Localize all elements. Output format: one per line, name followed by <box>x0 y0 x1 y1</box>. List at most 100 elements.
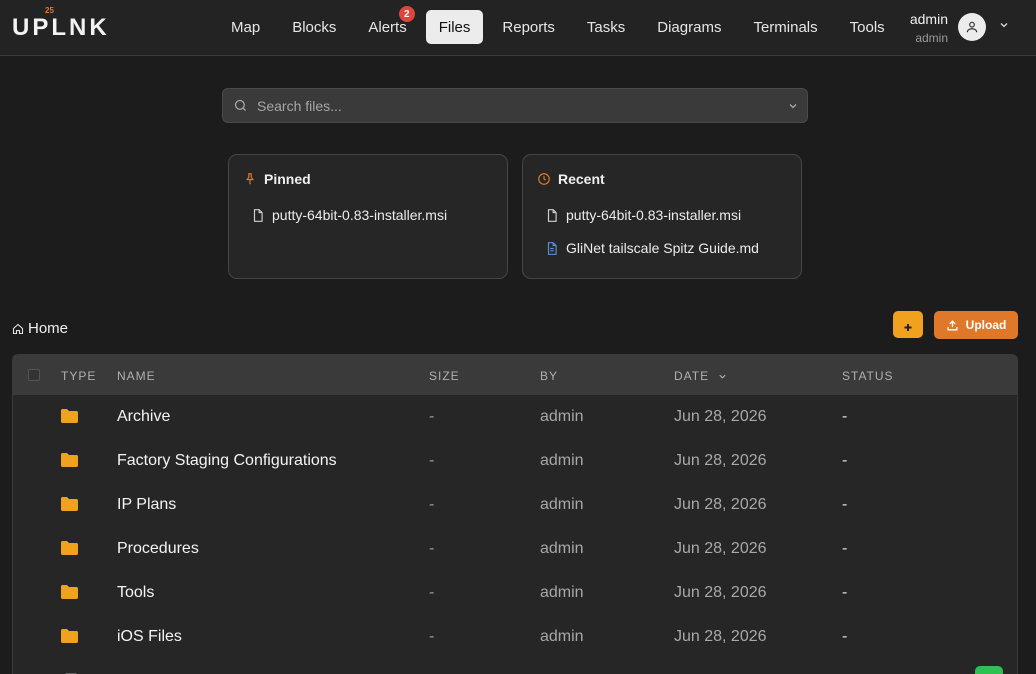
chevron-down-icon[interactable] <box>787 100 799 112</box>
table-row[interactable]: iOS Files - admin Jun 28, 2026 - <box>13 615 1017 659</box>
search-icon <box>234 99 246 111</box>
select-all-checkbox[interactable] <box>28 369 40 381</box>
search-input[interactable] <box>257 89 777 122</box>
recent-item[interactable]: GliNet tailscale Spitz Guide.md <box>545 240 759 256</box>
recent-card-title: Recent <box>537 171 605 187</box>
folder-icon <box>61 541 78 555</box>
row-by: admin <box>540 584 584 601</box>
user-role: admin <box>915 31 948 45</box>
row-status: - <box>842 584 848 601</box>
floating-action-button[interactable] <box>975 666 1003 674</box>
chevron-down-icon[interactable] <box>998 19 1010 31</box>
upload-icon <box>946 319 959 332</box>
header-size[interactable]: SIZE <box>429 369 460 383</box>
table-header: TYPE NAME SIZE BY DATE STATUS <box>13 355 1017 395</box>
folder-icon <box>61 453 78 467</box>
row-date: Jun 28, 2026 <box>674 584 767 601</box>
nav-item-alerts[interactable]: Alerts 2 <box>355 6 419 44</box>
top-navbar: UPLNK 25 Map Blocks Alerts 2 Files Repor… <box>0 0 1036 56</box>
pinned-card: Pinned putty-64bit-0.83-installer.msi <box>228 154 508 279</box>
row-name[interactable]: iOS Files <box>117 628 182 646</box>
recent-card: Recent putty-64bit-0.83-installer.msi Gl… <box>522 154 802 279</box>
recent-item-name: GliNet tailscale Spitz Guide.md <box>566 240 759 256</box>
breadcrumb-home: Home <box>28 320 69 337</box>
row-status: - <box>842 496 848 513</box>
markdown-file-icon <box>545 241 559 256</box>
row-status: - <box>842 408 848 425</box>
nav-item-files[interactable]: Files <box>425 10 484 44</box>
table-row[interactable]: IP Plans - admin Jun 28, 2026 - <box>13 483 1017 527</box>
pinned-card-title: Pinned <box>243 171 311 187</box>
file-icon <box>545 208 559 223</box>
pinned-title-label: Pinned <box>264 171 311 187</box>
row-by: admin <box>540 452 584 469</box>
row-date: Jun 28, 2026 <box>674 496 767 513</box>
user-name: admin <box>909 11 948 27</box>
nav-item-tools[interactable]: Tools <box>837 10 898 44</box>
row-by: admin <box>540 408 584 425</box>
row-name[interactable]: Procedures <box>117 540 199 558</box>
row-size: - <box>429 584 435 601</box>
row-by: admin <box>540 496 584 513</box>
recent-item-name: putty-64bit-0.83-installer.msi <box>566 207 742 223</box>
user-icon <box>966 21 978 33</box>
home-icon <box>12 323 24 335</box>
files-table: TYPE NAME SIZE BY DATE STATUS Archive - … <box>12 354 1018 674</box>
header-status[interactable]: STATUS <box>842 369 894 383</box>
row-by: admin <box>540 628 584 645</box>
header-date[interactable]: DATE <box>674 369 728 383</box>
row-name[interactable]: IP Plans <box>117 496 176 514</box>
row-name[interactable]: Tools <box>117 584 154 602</box>
avatar[interactable] <box>958 13 986 41</box>
table-row[interactable]: Factory Staging Configurations - admin J… <box>13 439 1017 483</box>
table-row[interactable]: Procedures - admin Jun 28, 2026 - <box>13 527 1017 571</box>
folder-icon <box>61 409 78 423</box>
header-type[interactable]: TYPE <box>61 369 96 383</box>
new-folder-button[interactable] <box>893 311 923 338</box>
nav-item-reports[interactable]: Reports <box>489 10 568 44</box>
header-date-label: DATE <box>674 369 710 383</box>
logo[interactable]: UPLNK <box>12 14 110 42</box>
row-size: - <box>429 452 435 469</box>
recent-item[interactable]: putty-64bit-0.83-installer.msi <box>545 207 741 223</box>
row-name[interactable]: Archive <box>117 408 170 426</box>
nav-item-map[interactable]: Map <box>218 10 273 44</box>
file-search[interactable] <box>222 88 808 123</box>
pinned-item[interactable]: putty-64bit-0.83-installer.msi <box>251 207 447 223</box>
upload-button[interactable]: Upload <box>934 311 1018 339</box>
table-row[interactable]: Tools - admin Jun 28, 2026 - <box>13 571 1017 615</box>
logo-superscript: 25 <box>45 6 54 15</box>
folder-icon <box>61 497 78 511</box>
row-date: Jun 28, 2026 <box>674 452 767 469</box>
table-row[interactable]: Archive - admin Jun 28, 2026 - <box>13 395 1017 439</box>
sort-desc-icon <box>719 374 726 379</box>
row-status: - <box>842 628 848 645</box>
row-status: - <box>842 540 848 557</box>
folder-icon <box>61 585 78 599</box>
folder-icon <box>61 629 78 643</box>
nav-item-diagrams[interactable]: Diagrams <box>644 10 734 44</box>
breadcrumb[interactable]: Home <box>12 320 68 337</box>
main-nav: Map Blocks Alerts 2 Files Reports Tasks … <box>218 6 904 44</box>
user-menu[interactable]: admin admin <box>900 9 1020 47</box>
clock-icon <box>537 172 551 186</box>
nav-item-tasks[interactable]: Tasks <box>574 10 638 44</box>
row-size: - <box>429 540 435 557</box>
row-status: - <box>842 452 848 469</box>
nav-item-blocks[interactable]: Blocks <box>279 10 349 44</box>
row-date: Jun 28, 2026 <box>674 628 767 645</box>
row-date: Jun 28, 2026 <box>674 540 767 557</box>
row-name[interactable]: Factory Staging Configurations <box>117 452 337 470</box>
row-by: admin <box>540 540 584 557</box>
row-size: - <box>429 628 435 645</box>
row-date: Jun 28, 2026 <box>674 408 767 425</box>
row-size: - <box>429 408 435 425</box>
header-by[interactable]: BY <box>540 369 558 383</box>
nav-item-terminals[interactable]: Terminals <box>740 10 830 44</box>
alerts-count-badge: 2 <box>398 6 415 22</box>
row-size: - <box>429 496 435 513</box>
header-name[interactable]: NAME <box>117 369 156 383</box>
pinned-item-name: putty-64bit-0.83-installer.msi <box>272 207 448 223</box>
nav-item-alerts-label: Alerts <box>368 18 407 36</box>
pin-icon <box>243 172 257 186</box>
